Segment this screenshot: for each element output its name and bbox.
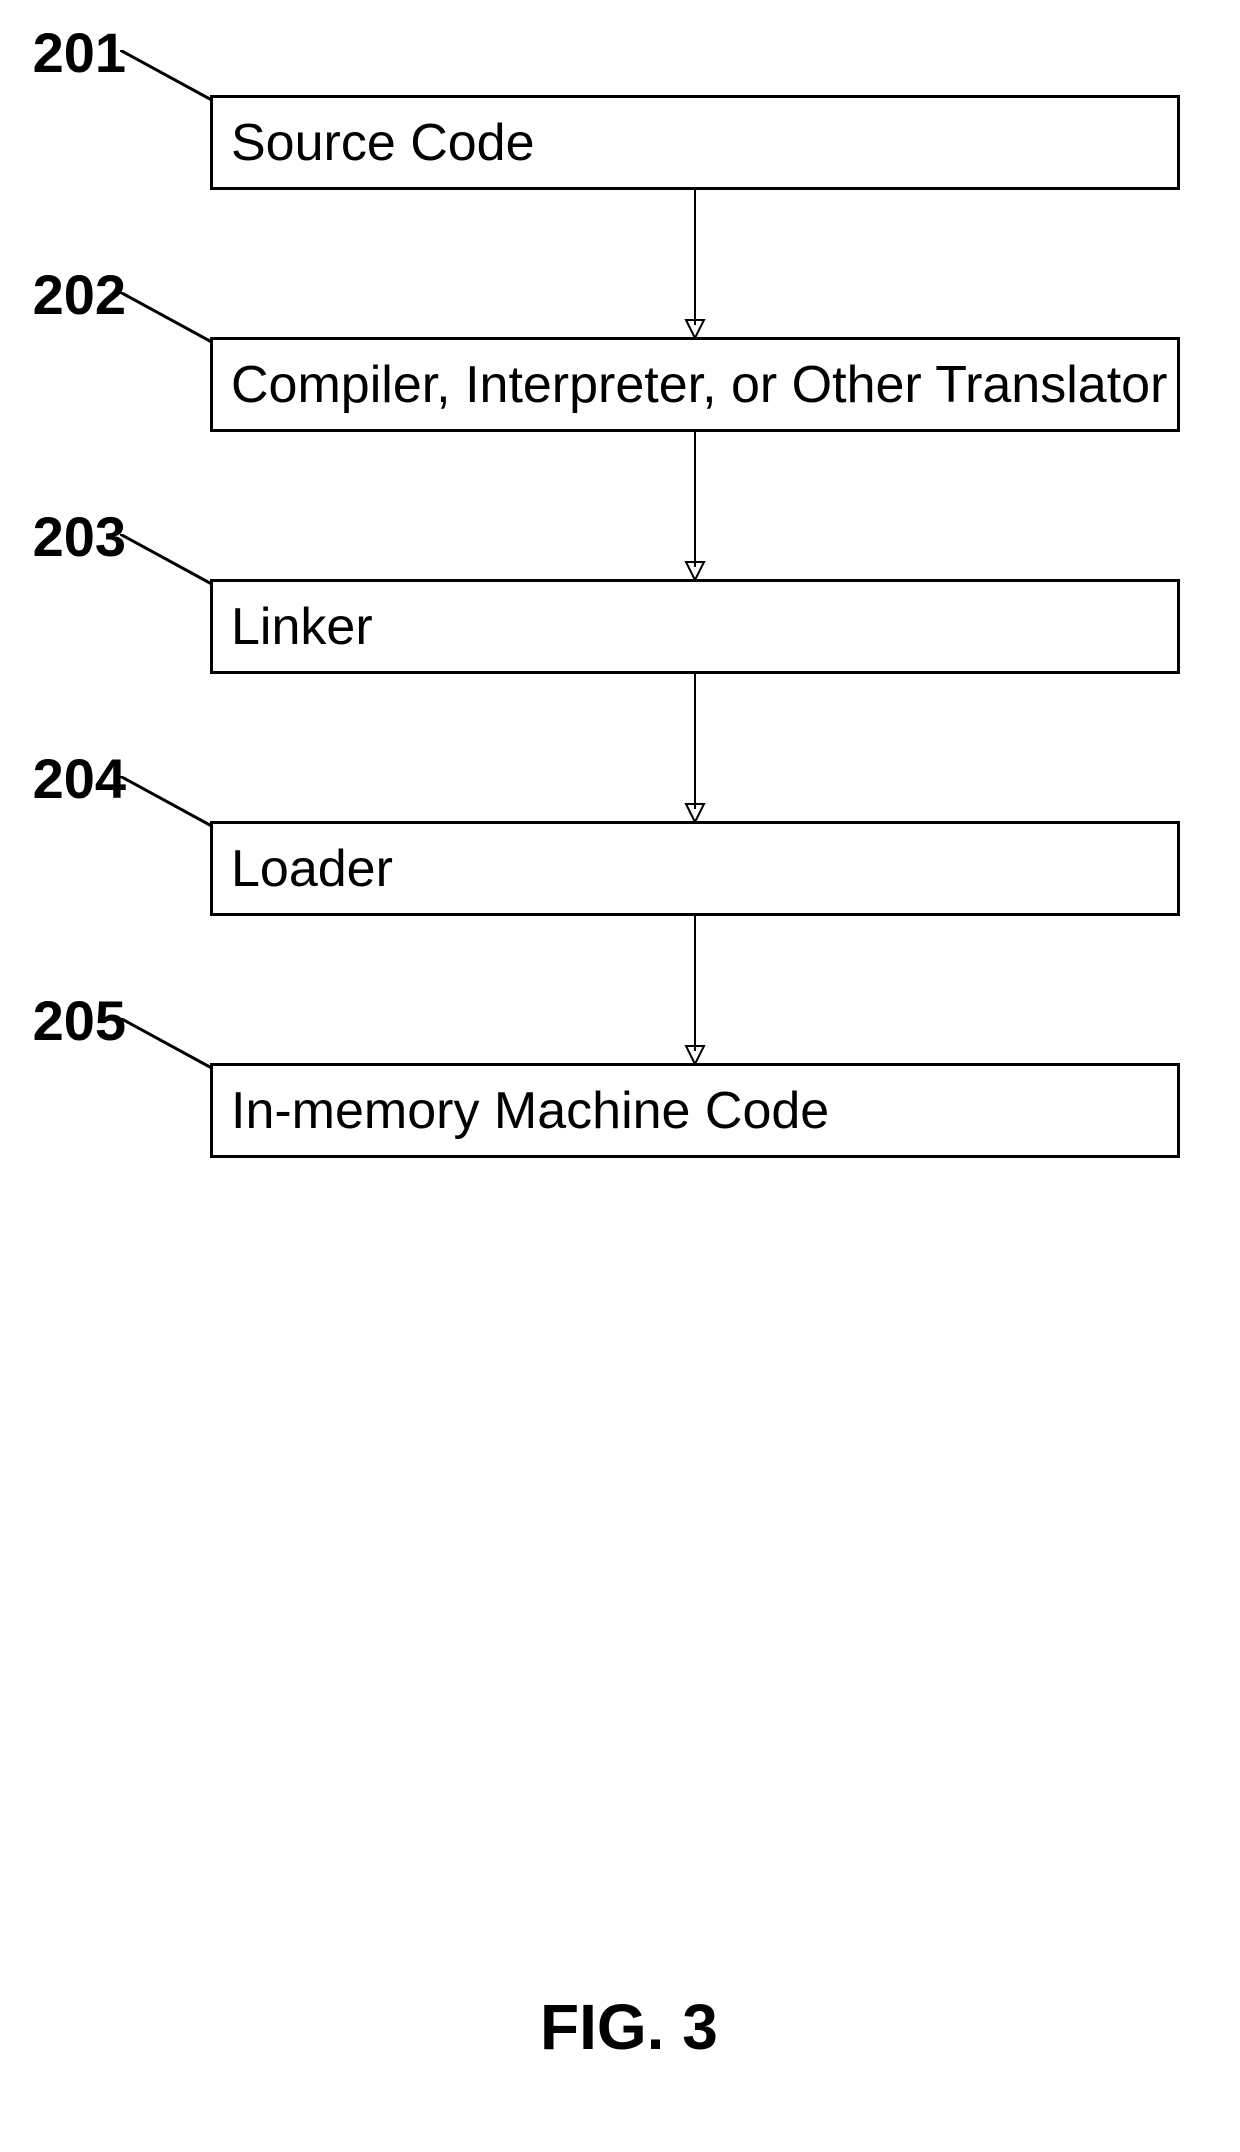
arrow-201-202 [680, 190, 710, 340]
arrow-202-203 [680, 432, 710, 582]
node-label-205: 205 [16, 988, 126, 1053]
box-text-202: Compiler, Interpreter, or Other Translat… [231, 355, 1167, 415]
box-text-203: Linker [231, 597, 373, 657]
arrow-204-205 [680, 916, 710, 1066]
box-machine-code: In-memory Machine Code [210, 1063, 1180, 1158]
node-label-204: 204 [16, 746, 126, 811]
node-label-202: 202 [16, 262, 126, 327]
node-label-201: 201 [16, 20, 126, 85]
node-label-203: 203 [16, 504, 126, 569]
box-compiler: Compiler, Interpreter, or Other Translat… [210, 337, 1180, 432]
box-linker: Linker [210, 579, 1180, 674]
box-text-201: Source Code [231, 113, 535, 173]
box-text-205: In-memory Machine Code [231, 1081, 829, 1141]
arrow-203-204 [680, 674, 710, 824]
box-source-code: Source Code [210, 95, 1180, 190]
box-text-204: Loader [231, 839, 393, 899]
box-loader: Loader [210, 821, 1180, 916]
figure-caption: FIG. 3 [540, 1990, 718, 2064]
diagram-canvas: 201 Source Code 202 Compiler, Interprete… [0, 0, 1240, 2152]
